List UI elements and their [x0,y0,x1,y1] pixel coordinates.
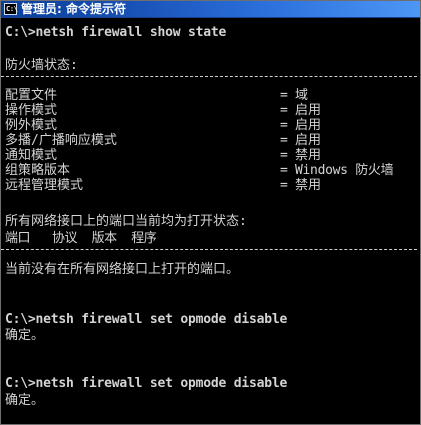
cmd-prompt-icon[interactable]: C:\ [4,3,18,15]
setting-equals: = [280,148,288,163]
ok-message-1: 确定。 [5,328,45,343]
setting-equals: = [280,88,288,103]
cmd-prompt-icon-glyph: C:\ [6,5,18,13]
status-divider [1,76,417,77]
setting-row-operational-mode: 操作模式 = 启用 [5,103,417,118]
setting-label: 通知模式 [5,148,58,163]
window-title: 管理员: 命令提示符 [21,2,126,16]
setting-equals: = [280,118,288,133]
setting-value: Windows 防火墙 [295,163,394,178]
setting-equals: = [280,103,288,118]
setting-value: 启用 [295,133,322,148]
firewall-status-header: 防火墙状态: [5,58,78,73]
setting-equals: = [280,133,288,148]
setting-label: 组策略版本 [5,163,71,178]
setting-equals: = [280,163,288,178]
setting-value: 启用 [295,103,322,118]
setting-row-profile: 配置文件 = 域 [5,88,417,103]
setting-row-remote-admin-mode: 远程管理模式 = 禁用 [5,178,417,193]
setting-value: 域 [295,88,309,103]
setting-value: 禁用 [295,178,322,193]
ok-message-2: 确定。 [5,393,45,408]
setting-row-multicast-mode: 多播/广播响应模式 = 启用 [5,133,417,148]
setting-row-notification-mode: 通知模式 = 禁用 [5,148,417,163]
setting-row-group-policy-version: 组策略版本 = Windows 防火墙 [5,163,417,178]
setting-label: 远程管理模式 [5,178,84,193]
setting-equals: = [280,178,288,193]
console-output[interactable]: C:\>netsh firewall show state 防火墙状态: 配置文… [1,18,420,424]
command-line-show-state: C:\>netsh firewall show state [5,25,227,40]
setting-label: 多播/广播响应模式 [5,133,117,148]
ports-divider [1,249,417,250]
window-titlebar[interactable]: C:\ 管理员: 命令提示符 [1,1,420,18]
command-line-disable-1: C:\>netsh firewall set opmode disable [5,312,288,327]
open-ports-header: 所有网络接口上的端口当前均为打开状态: [5,214,247,229]
setting-label: 例外模式 [5,118,58,133]
setting-label: 操作模式 [5,103,58,118]
setting-value: 启用 [295,118,322,133]
setting-row-exception-mode: 例外模式 = 启用 [5,118,417,133]
setting-label: 配置文件 [5,88,58,103]
no-open-ports-message: 当前没有在所有网络接口上打开的端口。 [5,262,240,277]
command-line-disable-2: C:\>netsh firewall set opmode disable [5,376,288,391]
port-column-headers: 端口 协议 版本 程序 [5,231,157,246]
setting-value: 禁用 [295,148,322,163]
command-prompt-window: C:\ 管理员: 命令提示符 C:\>netsh firewall show s… [0,0,421,425]
